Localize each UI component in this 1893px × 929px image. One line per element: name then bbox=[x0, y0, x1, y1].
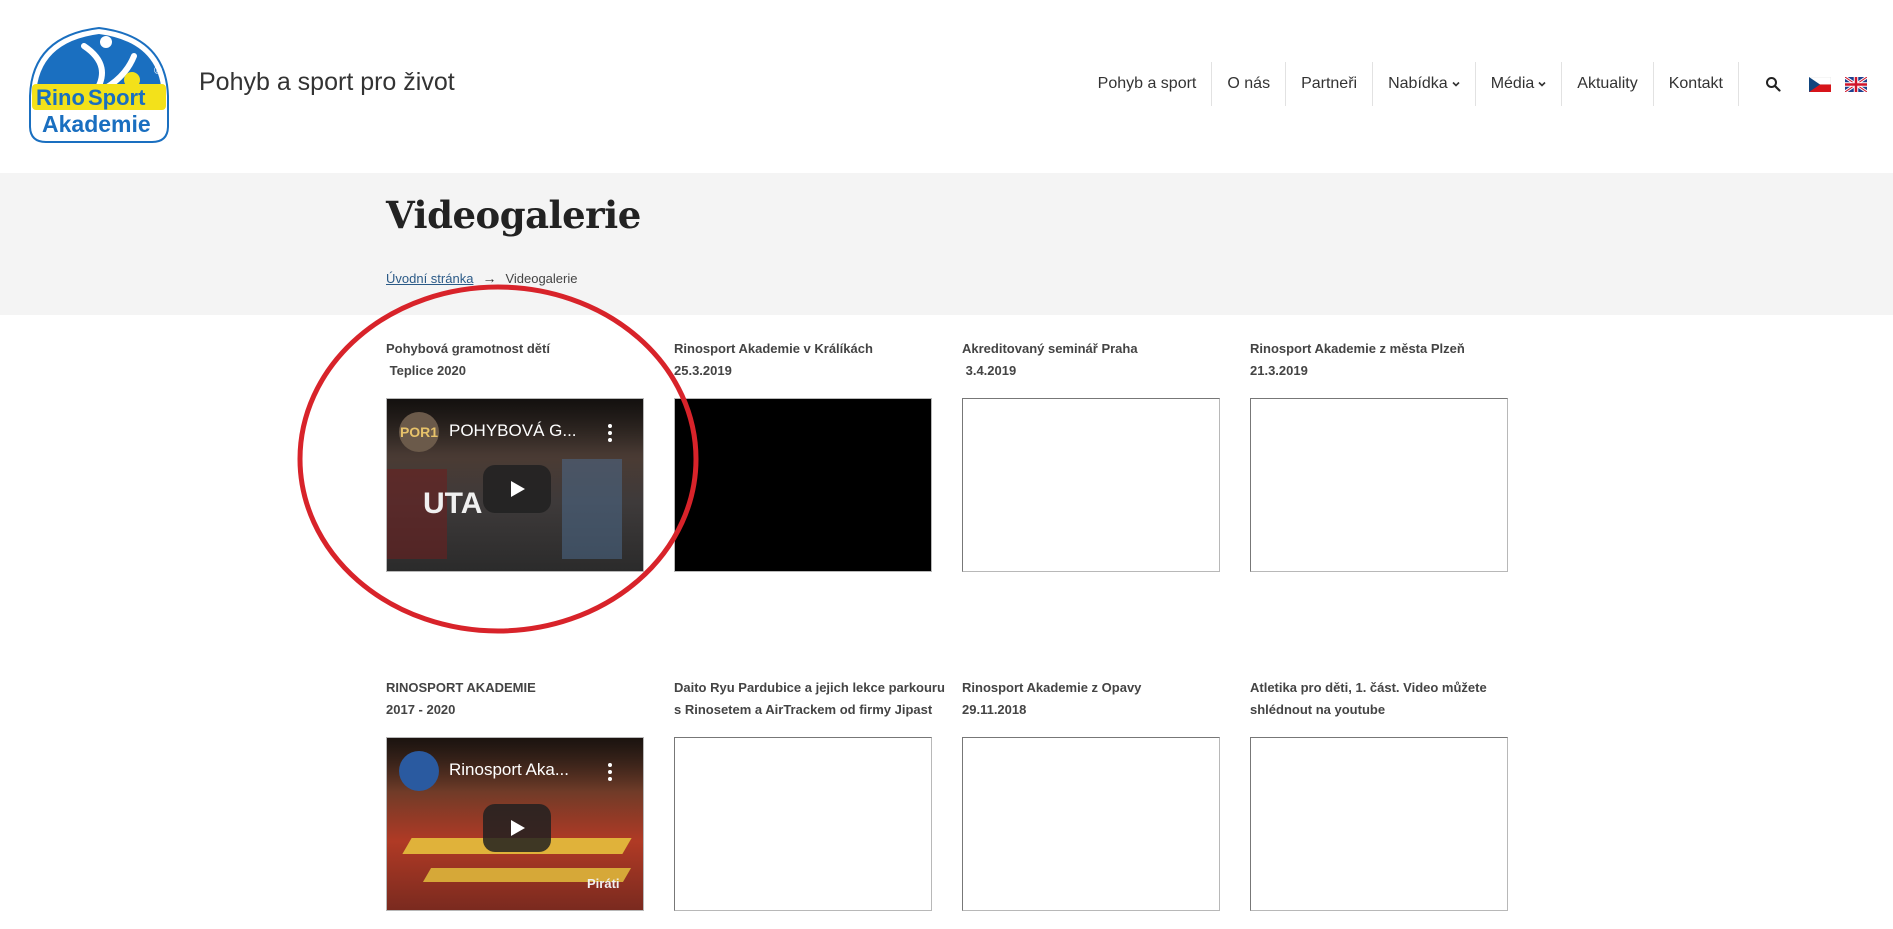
video-card-title: Rinosport Akademie z města Plzeň 21.3.20… bbox=[1250, 341, 1465, 378]
nav-item-label: Média bbox=[1490, 75, 1535, 92]
video-overlay-text: Piráti bbox=[587, 876, 620, 891]
nav-item-label: Kontakt bbox=[1668, 75, 1723, 92]
video-title[interactable]: Rinosport Aka... bbox=[449, 760, 569, 780]
nav-item-o-nas[interactable]: O nás bbox=[1212, 62, 1287, 106]
play-button[interactable] bbox=[483, 804, 551, 852]
nav-item-media[interactable]: Média bbox=[1476, 62, 1563, 106]
nav-item-label: Nabídka bbox=[1388, 75, 1448, 92]
chevron-down-icon bbox=[1538, 81, 1546, 87]
video-player[interactable]: Piráti Rinosport Aka... bbox=[386, 737, 644, 911]
nav-item-label: O nás bbox=[1227, 75, 1271, 92]
video-card: Daito Ryu Pardubice a jejich lekce parko… bbox=[674, 677, 945, 911]
search-button[interactable] bbox=[1751, 62, 1795, 106]
page-title: Videogalerie bbox=[386, 193, 641, 237]
highlight-circle bbox=[297, 284, 699, 634]
play-icon bbox=[511, 820, 525, 836]
logo-text-sport: Sport bbox=[88, 85, 146, 110]
czech-flag-icon[interactable] bbox=[1809, 76, 1831, 92]
site-header: Rino Sport ® Akademie Pohyb a sport pro … bbox=[0, 0, 1893, 173]
nav-item-aktuality[interactable]: Aktuality bbox=[1562, 62, 1654, 106]
rinosport-logo[interactable]: Rino Sport ® Akademie bbox=[24, 26, 174, 144]
video-card: Akreditovaný seminář Praha 3.4.2019 bbox=[962, 338, 1222, 572]
chevron-down-icon bbox=[1452, 81, 1460, 87]
video-card: Atletika pro děti, 1. část. Video můžete… bbox=[1250, 677, 1510, 911]
video-card-title: Akreditovaný seminář Praha 3.4.2019 bbox=[962, 341, 1138, 378]
nav-item-label: Pohyb a sport bbox=[1097, 75, 1197, 92]
video-card-title: Rinosport Akademie z Opavy 29.11.2018 bbox=[962, 680, 1142, 717]
video-player[interactable] bbox=[962, 737, 1220, 911]
uk-flag-icon[interactable] bbox=[1845, 76, 1867, 92]
video-player[interactable] bbox=[962, 398, 1220, 572]
video-card: Rinosport Akademie z města Plzeň 21.3.20… bbox=[1250, 338, 1510, 572]
nav-item-label: Aktuality bbox=[1577, 75, 1638, 92]
video-card-title: Rinosport Akademie v Králíkách 25.3.2019 bbox=[674, 341, 873, 378]
search-icon bbox=[1766, 77, 1781, 92]
video-card: Rinosport Akademie v Králíkách 25.3.2019 bbox=[674, 338, 934, 572]
main-navigation: Pohyb a sport O nás Partneři Nabídka Méd… bbox=[1083, 62, 1867, 106]
logo-text-akademie: Akademie bbox=[42, 111, 151, 137]
more-options-icon[interactable] bbox=[607, 762, 613, 782]
channel-avatar[interactable] bbox=[399, 751, 439, 791]
nav-item-label: Partneři bbox=[1301, 75, 1358, 92]
video-player[interactable] bbox=[1250, 398, 1508, 572]
logo-text-rino: Rino bbox=[36, 85, 85, 110]
video-card-title: Daito Ryu Pardubice a jejich lekce parko… bbox=[674, 680, 945, 717]
video-player[interactable] bbox=[674, 398, 932, 572]
site-tagline: Pohyb a sport pro život bbox=[199, 68, 455, 96]
video-card-title: Atletika pro děti, 1. část. Video můžete… bbox=[1250, 680, 1487, 717]
page-title-band bbox=[0, 173, 1893, 315]
video-player[interactable] bbox=[674, 737, 932, 911]
logo-registered-mark: ® bbox=[154, 65, 162, 77]
nav-item-kontakt[interactable]: Kontakt bbox=[1654, 62, 1739, 106]
nav-item-nabidka[interactable]: Nabídka bbox=[1373, 62, 1476, 106]
nav-item-partneri[interactable]: Partneři bbox=[1286, 62, 1374, 106]
video-player[interactable] bbox=[1250, 737, 1508, 911]
video-card: Rinosport Akademie z Opavy 29.11.2018 bbox=[962, 677, 1222, 911]
nav-item-pohyb-a-sport[interactable]: Pohyb a sport bbox=[1083, 62, 1213, 106]
video-card: RINOSPORT AKADEMIE 2017 - 2020 Piráti Ri… bbox=[386, 677, 646, 911]
video-card-title: RINOSPORT AKADEMIE 2017 - 2020 bbox=[386, 680, 536, 717]
